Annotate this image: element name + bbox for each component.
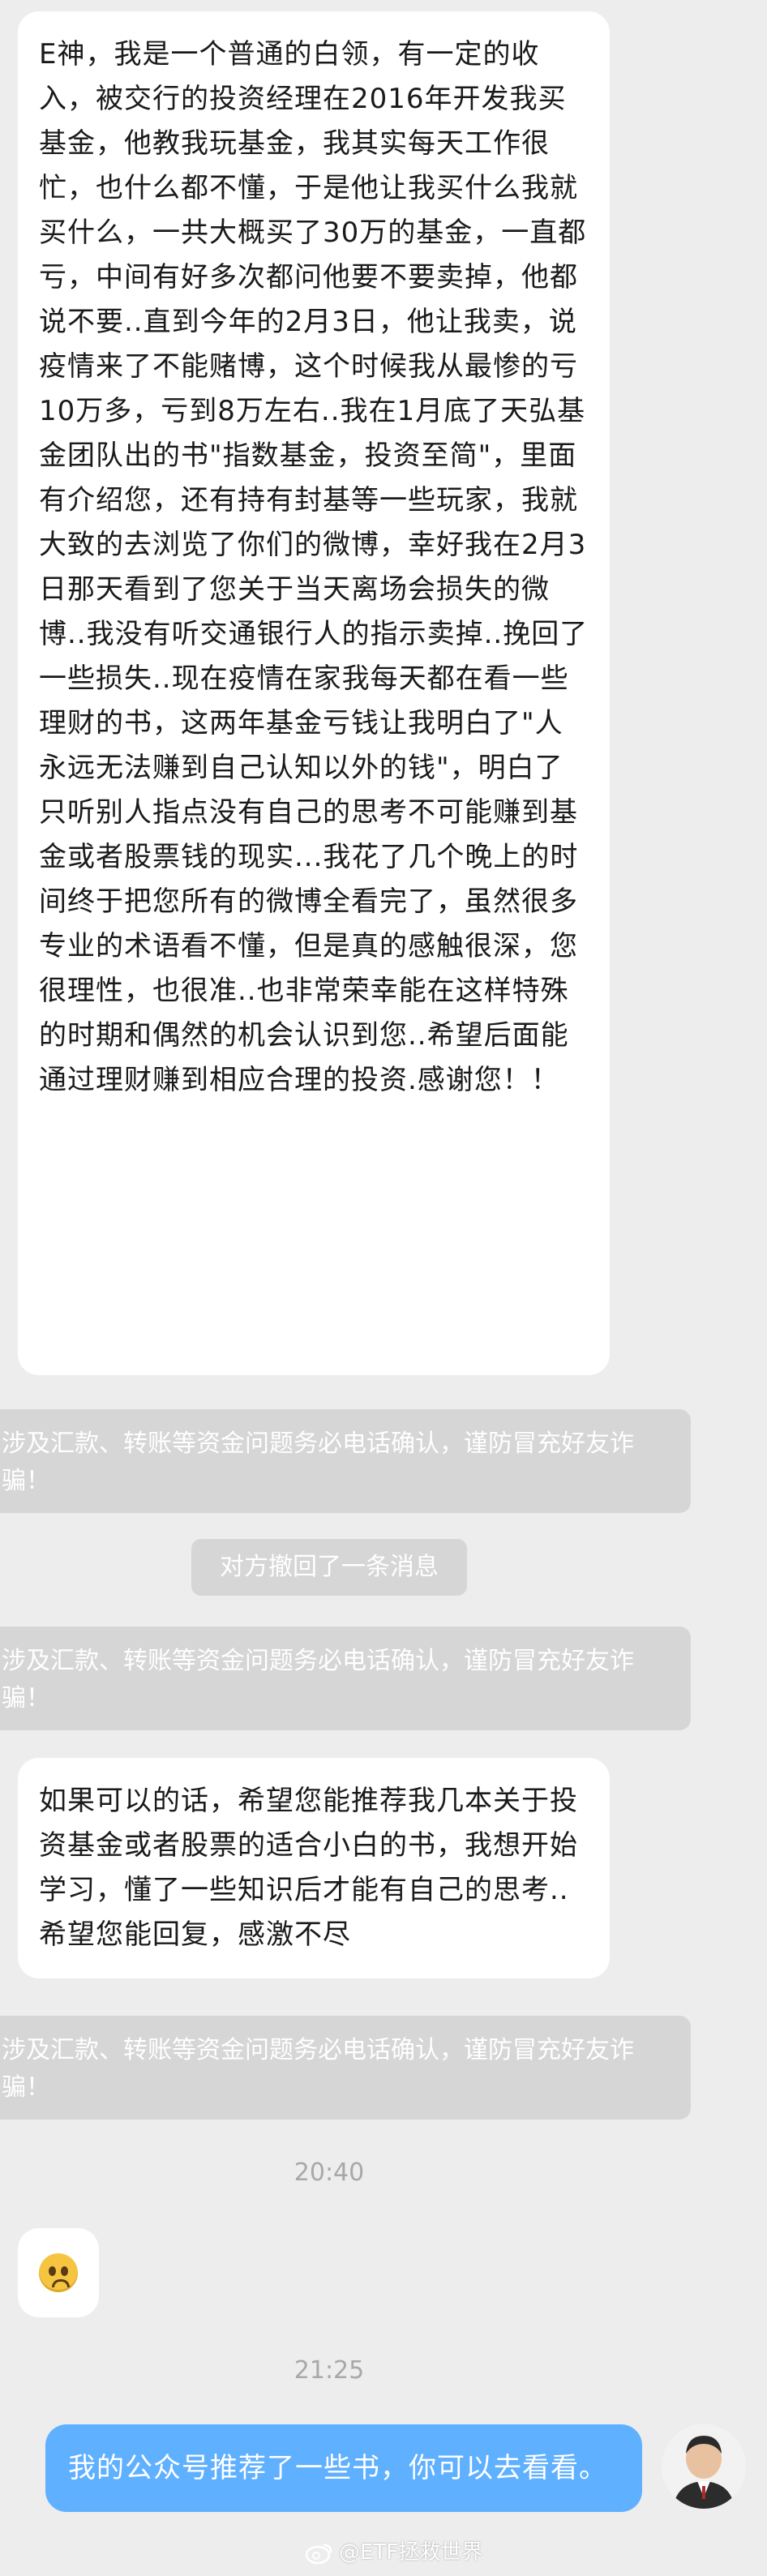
avatar-portrait	[662, 2424, 746, 2509]
security-warning-notice: 涉及汇款、转账等资金问题务必电话确认，谨防冒充好友诈骗！	[0, 1627, 691, 1730]
chat-conversation: E神，我是一个普通的白领，有一定的收入，被交行的投资经理在2016年开发我买基金…	[0, 0, 767, 2576]
watermark-text: @ETF拯救世界	[339, 2540, 483, 2565]
outgoing-message[interactable]: 我的公众号推荐了一些书，你可以去看看。	[45, 2424, 642, 2512]
weibo-watermark: @ETF拯救世界	[305, 2536, 482, 2569]
warning-text: 涉及汇款、转账等资金问题务必电话确认，谨防冒充好友诈骗！	[2, 2036, 634, 2102]
incoming-message-long[interactable]: E神，我是一个普通的白领，有一定的收入，被交行的投资经理在2016年开发我买基金…	[18, 11, 610, 1375]
recall-text: 对方撤回了一条消息	[220, 1553, 439, 1581]
pleading-face-icon	[39, 2253, 78, 2292]
recall-notice: 对方撤回了一条消息	[191, 1539, 467, 1596]
weibo-logo-icon	[305, 2544, 332, 2565]
user-avatar[interactable]	[662, 2424, 746, 2509]
incoming-emoji-message[interactable]	[18, 2228, 99, 2317]
security-warning-notice: 涉及汇款、转账等资金问题务必电话确认，谨防冒充好友诈骗！	[0, 2016, 691, 2120]
warning-text: 涉及汇款、转账等资金问题务必电话确认，谨防冒充好友诈骗！	[2, 1429, 634, 1495]
security-warning-notice: 涉及汇款、转账等资金问题务必电话确认，谨防冒充好友诈骗！	[0, 1409, 691, 1513]
message-text: 我的公众号推荐了一些书，你可以去看看。	[68, 2452, 607, 2484]
timestamp: 20:40	[294, 2158, 365, 2187]
warning-text: 涉及汇款、转账等资金问题务必电话确认，谨防冒充好友诈骗！	[2, 1647, 634, 1712]
timestamp: 21:25	[294, 2356, 365, 2385]
message-text: 如果可以的话，希望您能推荐我几本关于投资基金或者股票的适合小白的书，我想开始学习…	[39, 1785, 578, 1951]
message-text: E神，我是一个普通的白领，有一定的收入，被交行的投资经理在2016年开发我买基金…	[39, 38, 589, 1096]
incoming-message[interactable]: 如果可以的话，希望您能推荐我几本关于投资基金或者股票的适合小白的书，我想开始学习…	[18, 1758, 610, 1978]
